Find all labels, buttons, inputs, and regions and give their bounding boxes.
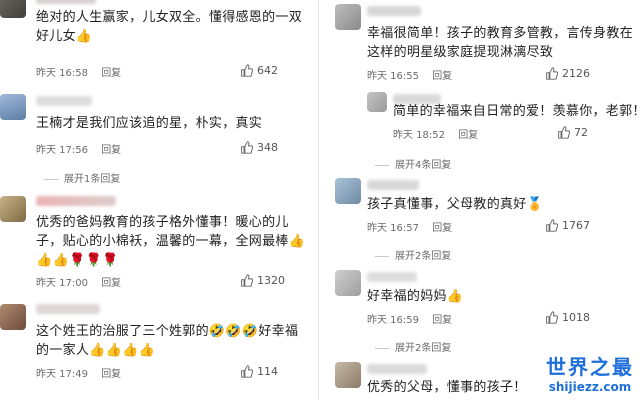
avatar[interactable] xyxy=(0,94,26,120)
watermark-title: 世界之最 xyxy=(546,355,634,379)
like-count: 2126 xyxy=(562,67,590,80)
divider xyxy=(375,164,389,166)
reply-button[interactable]: 回复 xyxy=(458,130,478,141)
reply-button[interactable]: 回复 xyxy=(432,315,452,326)
left-comment-column: 绝对的人生赢家，儿女双全。懂得感恩的一双 好儿女👍 昨天 16:58 回复 64… xyxy=(0,0,319,400)
username-blurred xyxy=(36,96,92,106)
divider xyxy=(375,255,389,257)
timestamp: 昨天 16:59 xyxy=(367,315,419,326)
like-count: 1018 xyxy=(562,311,590,324)
site-watermark: 世界之最 shijiezz.com xyxy=(546,351,634,394)
like-button[interactable]: 2126 xyxy=(545,67,590,80)
reply-button[interactable]: 回复 xyxy=(101,68,121,79)
reply-button[interactable]: 回复 xyxy=(432,223,452,234)
timestamp: 昨天 16:57 xyxy=(367,223,419,234)
thumbs-up-icon xyxy=(241,274,254,287)
avatar[interactable] xyxy=(0,196,26,222)
avatar[interactable] xyxy=(335,270,361,296)
comment-meta: 昨天 17:49 回复 xyxy=(36,365,121,380)
reply-button[interactable]: 回复 xyxy=(432,71,452,82)
username-blurred xyxy=(367,180,419,190)
comment-text: 这个姓王的治服了三个姓郭的🤣🤣🤣好幸福 的一家人👍👍👍👍 xyxy=(36,324,299,358)
comment-text: 优秀的爸妈教育的孩子格外懂事！暖心的儿 子，贴心的小棉袄，温馨的一幕，全网最棒👍… xyxy=(36,215,306,268)
like-count: 72 xyxy=(574,126,588,139)
username-blurred xyxy=(367,6,421,16)
like-count: 114 xyxy=(257,365,278,378)
like-button[interactable]: 642 xyxy=(240,64,278,77)
username-blurred xyxy=(36,0,96,4)
divider xyxy=(44,178,58,180)
like-button[interactable]: 1320 xyxy=(240,274,285,287)
like-button[interactable]: 114 xyxy=(240,365,278,378)
reply-button[interactable]: 回复 xyxy=(101,369,121,380)
reply-button[interactable]: 回复 xyxy=(101,278,121,289)
like-count: 348 xyxy=(257,141,278,154)
comment-meta: 昨天 16:55 回复 xyxy=(367,67,452,82)
right-comment-column: 幸福很简单！孩子的教育多管教，言传身教在 这样的明星级家庭提现淋漓尽致 昨天 1… xyxy=(321,0,640,400)
username-blurred xyxy=(367,364,427,374)
comment-text: 简单的幸福来自日常的爱！羡慕你，老郭！ xyxy=(393,104,640,119)
comment-meta: 昨天 17:00 回复 xyxy=(36,274,121,289)
avatar[interactable] xyxy=(335,362,361,388)
thumbs-up-icon xyxy=(241,141,254,154)
thumbs-up-icon xyxy=(546,219,559,232)
avatar[interactable] xyxy=(0,0,26,18)
username-blurred xyxy=(36,304,100,314)
username-blurred xyxy=(367,272,417,282)
comment-text: 优秀的父母，懂事的孩子！ xyxy=(367,380,527,395)
thumbs-up-icon xyxy=(546,311,559,324)
timestamp: 昨天 17:49 xyxy=(36,369,88,380)
reply-button[interactable]: 回复 xyxy=(101,145,121,156)
timestamp: 昨天 17:56 xyxy=(36,145,88,156)
timestamp: 昨天 17:00 xyxy=(36,278,88,289)
like-button[interactable]: 1018 xyxy=(545,311,590,324)
comment-meta: 昨天 16:59 回复 xyxy=(367,311,452,326)
thumbs-up-icon xyxy=(558,126,571,139)
like-button[interactable]: 1767 xyxy=(545,219,590,232)
divider xyxy=(375,347,389,349)
like-count: 1320 xyxy=(257,274,285,287)
watermark-url: shijiezz.com xyxy=(548,380,632,394)
username-blurred xyxy=(36,196,116,206)
expand-replies-button[interactable]: 展开4条回复 xyxy=(375,156,451,171)
comment-meta: 昨天 17:56 回复 xyxy=(36,141,121,156)
comment-text: 绝对的人生赢家，儿女双全。懂得感恩的一双 好儿女👍 xyxy=(36,10,303,44)
expand-replies-button[interactable]: 展开2条回复 xyxy=(375,339,451,354)
avatar[interactable] xyxy=(335,4,361,30)
thumbs-up-icon xyxy=(546,67,559,80)
comment-meta: 昨天 16:58 回复 xyxy=(36,64,121,79)
thumbs-up-icon xyxy=(241,64,254,77)
like-button[interactable]: 72 xyxy=(557,126,588,139)
comment-text: 好幸福的妈妈👍 xyxy=(367,289,464,304)
like-button[interactable]: 348 xyxy=(240,141,278,154)
comment-text: 孩子真懂事，父母教的真好🏅 xyxy=(367,197,544,212)
comment-text: 幸福很简单！孩子的教育多管教，言传身教在 这样的明星级家庭提现淋漓尽致 xyxy=(367,26,634,60)
comment-text: 王楠才是我们应该追的星，朴实，真实 xyxy=(36,116,263,131)
comment-meta: 昨天 16:57 回复 xyxy=(367,219,452,234)
expand-replies-button[interactable]: 展开2条回复 xyxy=(375,247,451,262)
avatar[interactable] xyxy=(367,92,387,112)
avatar[interactable] xyxy=(0,304,26,330)
thumbs-up-icon xyxy=(241,365,254,378)
expand-replies-button[interactable]: 展开1条回复 xyxy=(44,170,120,185)
timestamp: 昨天 16:55 xyxy=(367,71,419,82)
like-count: 1767 xyxy=(562,219,590,232)
like-count: 642 xyxy=(257,64,278,77)
comment-meta: 昨天 18:52 回复 xyxy=(393,126,478,141)
avatar[interactable] xyxy=(335,178,361,204)
timestamp: 昨天 18:52 xyxy=(393,130,445,141)
timestamp: 昨天 16:58 xyxy=(36,68,88,79)
